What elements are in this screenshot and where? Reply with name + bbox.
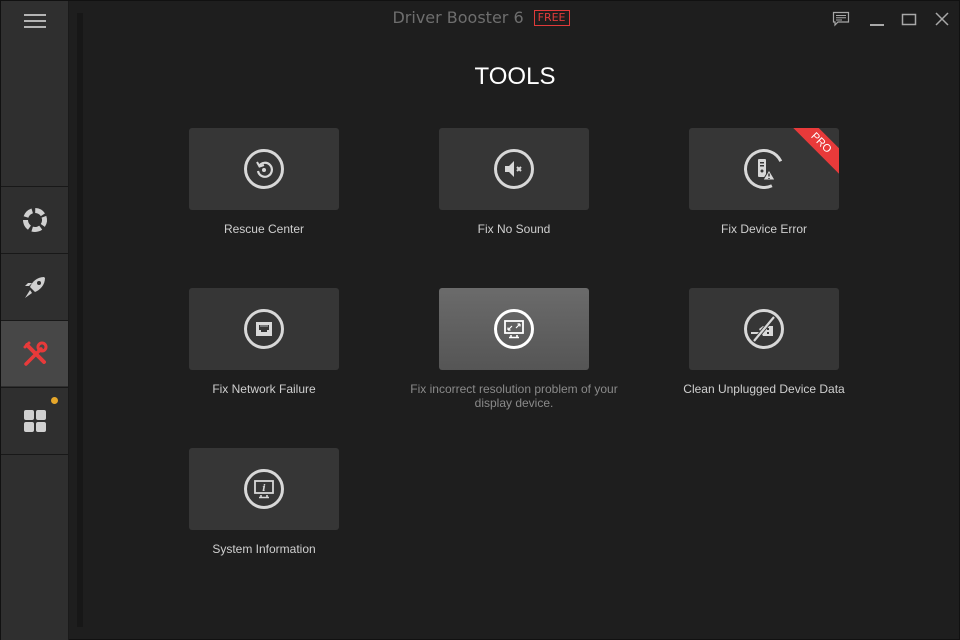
tool-label: Clean Unplugged Device Data bbox=[683, 382, 845, 396]
svg-text:i: i bbox=[262, 484, 266, 494]
scrollbar-track[interactable] bbox=[77, 13, 83, 627]
maximize-icon bbox=[901, 13, 917, 26]
tool-card[interactable]: PRO bbox=[689, 128, 839, 210]
tool-card[interactable] bbox=[439, 288, 589, 370]
tool-fix-device-error[interactable]: PRO Fix Device Error bbox=[644, 128, 884, 236]
monitor-info-icon: i bbox=[254, 480, 274, 499]
lifebuoy-icon bbox=[22, 207, 47, 232]
feedback-button[interactable] bbox=[831, 9, 851, 29]
page-title: TOOLS bbox=[474, 63, 556, 90]
tool-label: Fix No Sound bbox=[477, 222, 551, 236]
mute-speaker-icon bbox=[505, 161, 522, 177]
ethernet-port-icon bbox=[256, 322, 272, 336]
tools-icon bbox=[23, 341, 47, 366]
tool-clean-unplugged[interactable]: Clean Unplugged Device Data bbox=[644, 288, 884, 396]
apps-grid-icon bbox=[23, 409, 46, 432]
sidebar-item-rescue[interactable] bbox=[1, 186, 68, 252]
app-title: Driver Booster 6 bbox=[392, 8, 524, 27]
device-warning-icon bbox=[758, 159, 776, 181]
hamburger-icon bbox=[23, 14, 46, 28]
restore-icon bbox=[256, 161, 273, 178]
close-icon bbox=[935, 12, 949, 26]
edition-badge[interactable]: FREE bbox=[533, 9, 570, 26]
feedback-icon bbox=[832, 11, 850, 27]
pro-badge: PRO bbox=[786, 128, 839, 178]
tool-label: System Information bbox=[212, 542, 316, 556]
sidebar-divider bbox=[1, 454, 68, 455]
tool-system-information[interactable]: i System Information bbox=[144, 448, 384, 556]
unplugged-usb-icon bbox=[751, 315, 776, 343]
tool-card[interactable] bbox=[689, 288, 839, 370]
sidebar bbox=[1, 1, 69, 640]
rocket-icon bbox=[24, 276, 45, 298]
maximize-button[interactable] bbox=[899, 9, 919, 29]
tool-description: Fix incorrect resolution problem of your… bbox=[410, 382, 618, 410]
title-bar: Driver Booster 6 FREE bbox=[1, 8, 960, 27]
tool-fix-no-sound[interactable]: Fix No Sound bbox=[394, 128, 634, 236]
sidebar-item-action-center[interactable] bbox=[1, 387, 68, 453]
tool-card[interactable]: i bbox=[189, 448, 339, 530]
minimize-icon bbox=[870, 24, 884, 26]
tool-label: Rescue Center bbox=[223, 222, 305, 236]
sidebar-item-boost[interactable] bbox=[1, 253, 68, 319]
tool-card[interactable] bbox=[189, 128, 339, 210]
sidebar-item-tools[interactable] bbox=[1, 320, 68, 386]
tool-rescue-center[interactable]: Rescue Center bbox=[144, 128, 384, 236]
monitor-resize-icon bbox=[504, 320, 524, 339]
minimize-button[interactable] bbox=[867, 9, 887, 29]
tool-label: Fix Network Failure bbox=[212, 382, 316, 396]
tool-fix-resolution[interactable]: Fix incorrect resolution problem of your… bbox=[394, 288, 634, 410]
tool-card[interactable] bbox=[439, 128, 589, 210]
menu-button[interactable] bbox=[1, 1, 68, 186]
tool-card[interactable] bbox=[189, 288, 339, 370]
tool-label: Fix Device Error bbox=[720, 222, 807, 236]
app-window: Driver Booster 6 FREE TOOLS Rescue Cente… bbox=[0, 0, 960, 640]
close-button[interactable] bbox=[932, 9, 952, 29]
notification-dot bbox=[51, 397, 58, 404]
tool-fix-network-failure[interactable]: Fix Network Failure bbox=[144, 288, 384, 396]
